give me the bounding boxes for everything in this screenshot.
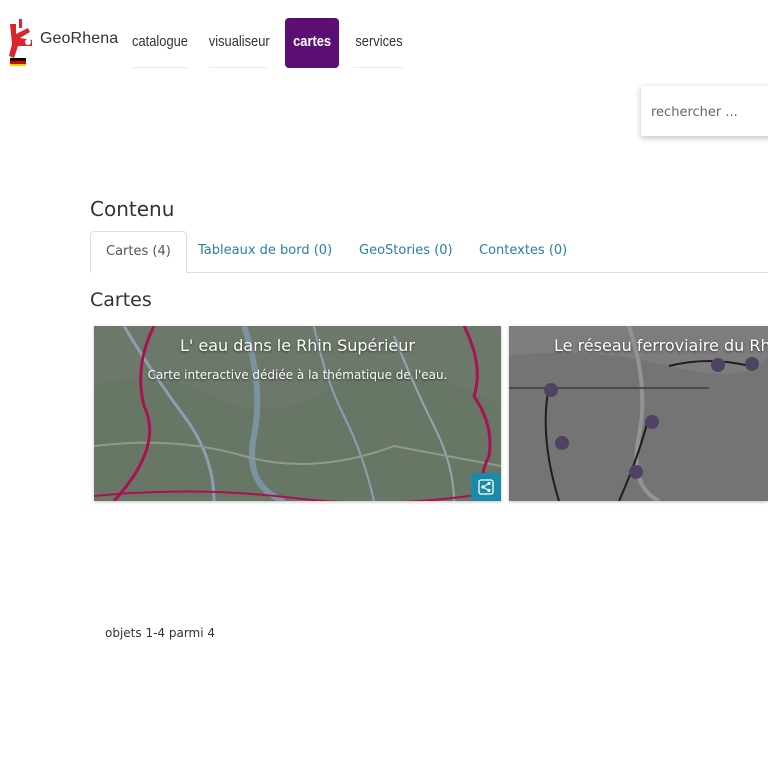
tab-contextes[interactable]: Contextes (0) [464,231,582,272]
card-description: Carte interactive dédiée à la thématique… [147,368,448,382]
tab-geostories[interactable]: GeoStories (0) [344,231,468,272]
map-card-eau[interactable]: L' eau dans le Rhin Supérieur Carte inte… [94,326,501,501]
nav-item-visualiseur[interactable]: visualiseur [208,18,270,68]
pagination-info: objets 1-4 parmi 4 [105,626,216,640]
tab-tableaux-de-bord[interactable]: Tableaux de bord (0) [183,231,347,272]
share-icon [478,479,494,495]
nav-item-cartes-label: cartes [292,33,331,50]
search-box [641,86,768,136]
nav-item-cartes[interactable]: cartes [285,18,339,68]
map-card-ferroviaire[interactable]: Le réseau ferroviaire du Rhin Supérieur [509,326,768,501]
page-title: Contenu [90,197,175,221]
brand-name: GeoRhena [40,30,119,47]
section-title-cartes: Cartes [90,289,152,311]
share-button[interactable] [471,473,501,501]
logo[interactable]: GeoRhena [6,18,118,66]
nav-item-services[interactable]: services [354,18,404,68]
tab-cartes[interactable]: Cartes (4) [90,231,187,273]
card-title: Le réseau ferroviaire du Rhin Supérieur [554,336,768,355]
nav-item-catalogue[interactable]: catalogue [131,18,189,68]
georhena-logo-icon [9,19,32,66]
site-header: GeoRhena catalogue visualiseur cartes se… [0,0,768,80]
card-title: L' eau dans le Rhin Supérieur [180,336,415,355]
search-input[interactable] [649,101,768,123]
content-tabs: Cartes (4) Tableaux de bord (0) GeoStori… [90,231,768,273]
